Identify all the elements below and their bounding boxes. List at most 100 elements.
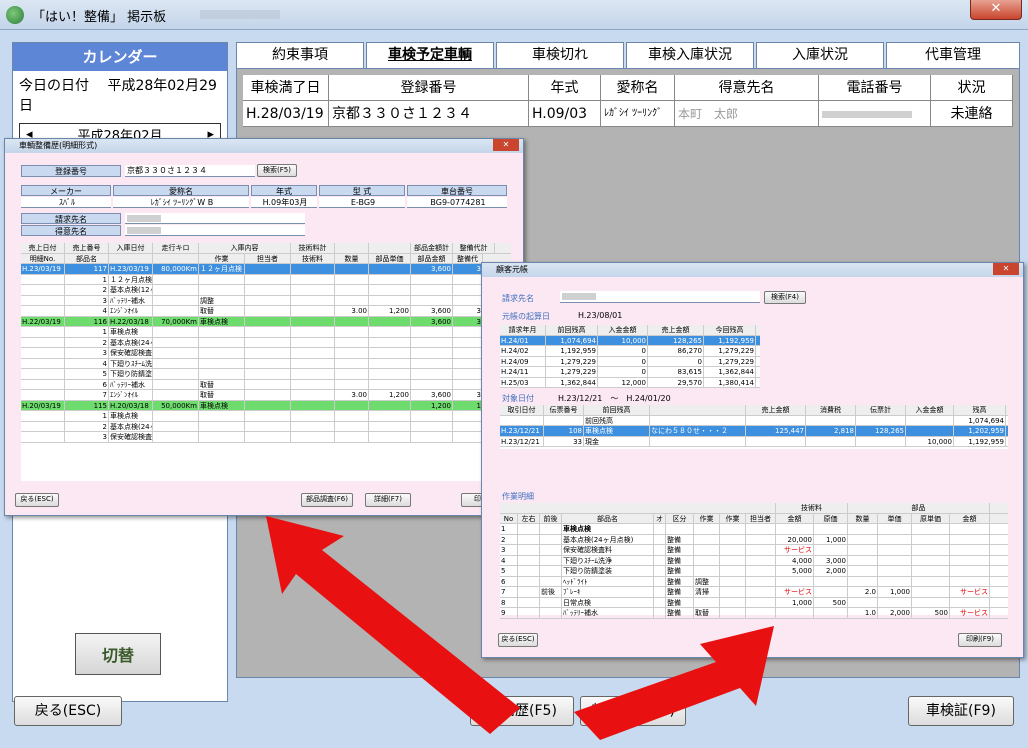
col-header: 作業 [694,513,720,523]
table-row[interactable]: H.20/03/19 115 H.20/03/18 50,000Km 車検点検 1,200… [21,400,511,411]
cell: 6 [500,576,518,586]
cell: 2,818 [806,426,856,436]
cell [453,411,483,421]
table-row[interactable]: H.28/03/19 京都３３０さ１２３４ H.09/03 ﾚｶﾞｼｲ ﾂｰﾘﾝ… [243,101,1013,127]
tab-inspection-expired[interactable]: 車検切れ [496,42,624,68]
close-icon[interactable]: ✕ [493,139,519,151]
table-row[interactable]: 9 ﾊﾞｯﾃﾘｰ補水 整備 取替 1.0 2,000 500 サービス [500,608,1008,619]
cell: H.23/03/19 [109,264,153,274]
cell [335,411,369,421]
table-row[interactable]: H.24/11 1,279,229 0 83,615 1,362,844 [500,367,760,378]
back-button[interactable]: 戻る(ESC) [14,696,122,726]
cell [694,545,720,555]
table-row[interactable]: 6 ﾍｯﾄﾞﾗｲﾄ 整備 調整 [500,576,1008,587]
search-button[interactable]: 検索(F5) [257,164,297,177]
cell [245,369,291,379]
table-row[interactable]: 4 ｴﾝｼﾞﾝｵｲﾙ 取替 3.00 1,200 3,600 3 [21,306,511,317]
cell [654,608,666,618]
table-row[interactable]: 4 下廻りｽﾁｰﾑ洗浄 整備 4,000 3,000 [500,555,1008,566]
table-row[interactable]: 3 保安確認検査料 整備 サービス [500,545,1008,556]
cell [153,285,199,295]
cell: 4,000 [776,555,814,565]
customer-value-redacted [125,225,305,236]
cell [245,327,291,337]
cell [906,426,954,436]
col-header: 技術料 [291,253,335,263]
cell: 3,600 [411,264,453,274]
cell [335,358,369,368]
switch-button[interactable]: 切替 [75,633,161,675]
cell [654,534,666,544]
table-row[interactable]: H.23/12/21 33 現金 10,000 1,192,959 [500,436,1008,447]
close-button[interactable]: ✕ [970,0,1022,20]
table-row[interactable]: 8 日常点検 整備 1,000 500 [500,597,1008,608]
table-row[interactable]: 1 １２ヶ月点検 [21,274,511,285]
cell: 3 [453,390,483,400]
col-header: 前回残高 [546,325,598,335]
cell [21,421,65,431]
table-row[interactable]: 2基本点検(24ヶ月点検) [21,337,511,348]
table-row[interactable]: 2基本点検(12ヶ月点検) [21,285,511,296]
detail-button[interactable]: 詳細(F7) [365,493,411,507]
cell: 3,600 [411,306,453,316]
tab-promises[interactable]: 約束事項 [236,42,364,68]
table-row[interactable]: 6 ﾊﾞｯﾃﾘｰ補水 取替 [21,379,511,390]
table-row[interactable]: 4下廻りｽﾁｰﾑ洗浄 [21,358,511,369]
table-row[interactable]: H.22/03/19 116 H.22/03/18 70,000Km 車検点検 3,600… [21,316,511,327]
table-row[interactable]: 1 車検点検 [21,411,511,422]
table-row[interactable]: H.24/02 1,192,959 0 86,270 1,279,229 [500,346,760,357]
popup-back-button[interactable]: 戻る(ESC) [15,493,59,507]
table-row[interactable]: 7 ｴﾝｼﾞﾝｵｲﾙ 取替 3.00 1,200 3,600 3 [21,390,511,401]
cell: 下廻りｽﾁｰﾑ洗浄 [562,555,654,565]
col-header: 単価 [878,513,912,523]
table-row[interactable]: H.23/03/19 117 H.23/03/19 80,000Km １２ヶ月点検 3,6… [21,264,511,275]
table-row[interactable]: 前回残高 1,074,694 [500,415,1008,426]
popup-back-button[interactable]: 戻る(ESC) [498,633,538,647]
history-button[interactable]: 整備歴(F5) [470,696,574,726]
table-row[interactable]: 7 前後 ﾌﾞﾚｰｷ 整備 清掃 サービス 2.0 1,000 サービス [500,587,1008,598]
name-label: 愛称名 [113,185,249,196]
table-row[interactable]: 1 車検点検 [500,524,1008,535]
cell [21,306,65,316]
cell: 128,265 [648,335,704,345]
ledger-start-label: 元帳の起算日 [502,312,550,321]
table-row[interactable]: H.24/01 1,074,694 10,000 128,265 1,192,959 [500,335,760,346]
cell [245,411,291,421]
cell: なにわ５８０せ・・・２ [650,426,746,436]
cell [21,295,65,305]
cell [540,597,562,607]
table-row[interactable]: 5下廻り防錆塗装 [21,369,511,380]
work-detail-label: 作業明細 [502,492,534,501]
col-header: 入金金額 [598,325,648,335]
cell [245,264,291,274]
close-icon[interactable]: ✕ [993,263,1019,275]
cell [912,545,950,555]
table-row[interactable]: 2基本点検(24ヶ月点検) [21,421,511,432]
table-row[interactable]: H.24/09 1,279,229 0 0 1,279,229 [500,356,760,367]
table-row[interactable]: 3保安確認検査料 [21,348,511,359]
cell [335,337,369,347]
table-row[interactable]: 2 基本点検(24ヶ月点検) 整備 20,000 1,000 [500,534,1008,545]
certificate-button[interactable]: 車検証(F9) [908,696,1014,726]
tab-intake-status[interactable]: 入庫状況 [756,42,884,68]
table-row[interactable]: 3保安確認検査料 [21,432,511,443]
tab-loaner[interactable]: 代車管理 [886,42,1020,68]
table-row[interactable]: H.25/03 1,362,844 12,000 29,570 1,380,414 [500,377,760,388]
table-row[interactable]: 3 ﾊﾞｯﾃﾘｰ補水 調整 [21,295,511,306]
tab-inspection-intake[interactable]: 車検入庫状況 [626,42,754,68]
table-row[interactable]: 5 下廻り防錆塗装 整備 5,000 2,000 [500,566,1008,577]
cell: 下廻りｽﾁｰﾑ洗浄 [110,358,153,368]
ledger-button[interactable]: 顧客元帳(F6) [580,696,686,726]
popup-print-button[interactable]: 印刷(F9) [958,633,1002,647]
cell [335,274,369,284]
search-button[interactable]: 検索(F4) [764,291,806,304]
parts-button[interactable]: 部品調査(F6) [301,493,353,507]
table-row[interactable]: H.23/12/21 108 車検点検 なにわ５８０せ・・・２ 125,447 2,818… [500,426,1008,437]
cell [369,316,411,326]
tab-bar: 約束事項 車検予定車輌 車検切れ 車検入庫状況 入庫状況 代車管理 [236,42,1020,68]
cell: 車検点検 [109,327,153,337]
chassis-label: 車台番号 [407,185,507,196]
cell: ﾊﾞｯﾃﾘｰ補水 [109,295,153,305]
tab-inspection-schedule[interactable]: 車検予定車輌 [366,42,494,68]
table-row[interactable]: 1 車検点検 [21,327,511,338]
